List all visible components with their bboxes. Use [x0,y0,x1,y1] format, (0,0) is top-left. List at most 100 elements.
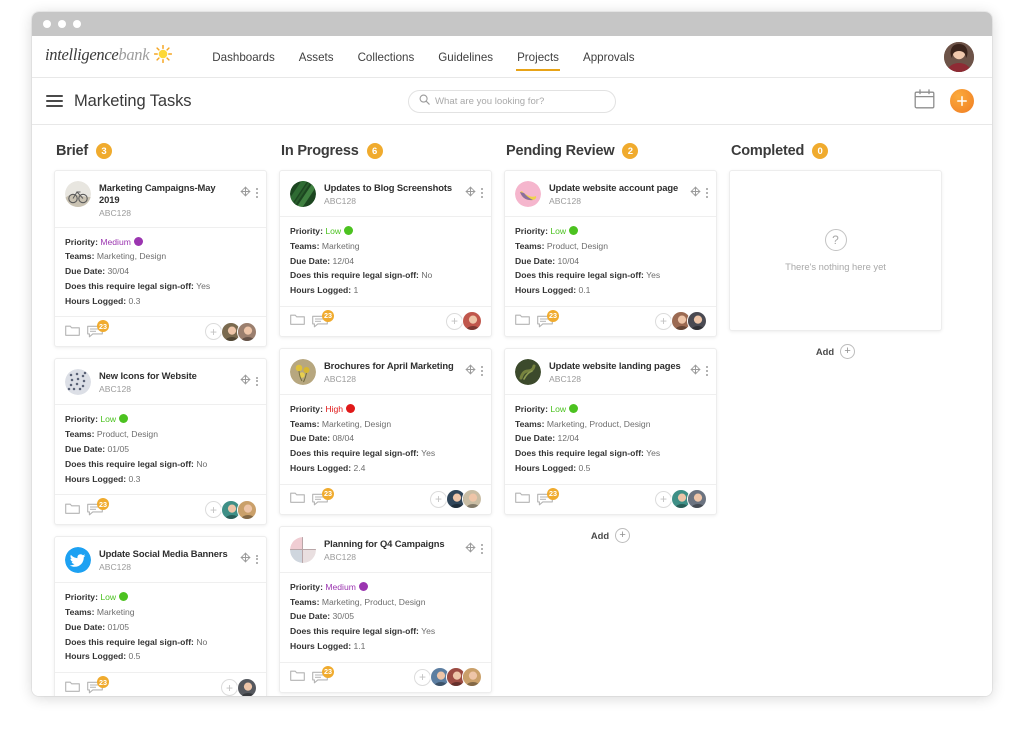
folder-icon[interactable] [515,312,530,330]
comments-icon[interactable]: 23 [312,665,334,684]
logo-text-primary: intelligence [45,45,119,64]
hours-value: 1.1 [353,640,366,651]
priority-value: Low [550,226,567,236]
app-logo[interactable]: intelligence bank [45,44,173,68]
add-card-icon[interactable]: + [840,344,856,359]
assignee-avatar[interactable] [237,677,257,696]
card-header: Update website account page ABC128 [505,171,716,216]
window-dot-1[interactable] [43,20,51,28]
pink-banana-thumbnail [515,181,541,207]
nav-link-assets[interactable]: Assets [287,38,346,76]
field-label-priority: Priority: [290,581,323,592]
card-menu-icon[interactable] [256,376,258,387]
nav-link-projects[interactable]: Projects [505,38,571,76]
card-title-group: Brochures for April Marketing ABC128 [324,359,457,384]
nav-link-collections[interactable]: Collections [346,38,427,76]
move-handle-icon[interactable] [240,184,251,202]
assignee-avatar[interactable] [687,311,707,332]
add-assignee-button[interactable]: + [205,501,222,519]
nav-link-approvals[interactable]: Approvals [571,38,647,76]
field-label-legal: Does this require legal sign-off: [65,636,194,647]
add-assignee-button[interactable]: + [221,679,238,696]
assignee-avatar[interactable] [237,321,257,342]
assignee-avatar[interactable] [462,667,482,688]
legal-value: Yes [646,270,661,281]
add-assignee-button[interactable]: + [655,490,672,508]
card-footer: 23 + [280,661,491,692]
field-label-hours: Hours Logged: [290,640,352,651]
add-card-label: Add [590,529,610,541]
assignee-avatar[interactable] [462,311,482,332]
comments-icon[interactable]: 23 [312,309,334,328]
search-input[interactable] [435,95,605,107]
assignee-avatar[interactable] [462,489,482,510]
assignee-avatar[interactable] [687,489,707,510]
search-box[interactable] [408,89,616,113]
card-menu-icon[interactable] [256,554,258,564]
task-card[interactable]: Update website account page ABC128 Priorit… [504,170,717,337]
add-button[interactable] [950,89,974,113]
comments-count: 23 [547,487,559,500]
task-card[interactable]: Planning for Q4 Campaigns ABC128 Priority:… [279,525,492,693]
move-handle-icon[interactable] [465,362,476,380]
nav-link-guidelines[interactable]: Guidelines [426,38,505,76]
comments-icon[interactable]: 23 [87,676,109,694]
folder-icon[interactable] [290,312,305,330]
move-handle-icon[interactable] [690,362,701,380]
window-dot-2[interactable] [58,20,66,28]
task-card[interactable]: Update Social Media Banners ABC128 Priorit… [54,536,267,696]
comments-icon[interactable]: 23 [87,498,109,516]
add-card-row[interactable]: Add + [729,344,942,359]
avatar[interactable] [944,41,974,72]
comments-icon[interactable]: 23 [537,309,559,328]
comments-icon[interactable]: 23 [312,487,334,506]
folder-icon[interactable] [65,679,80,696]
calendar-icon[interactable] [914,88,935,114]
move-handle-icon[interactable] [690,184,701,202]
card-menu-icon[interactable] [481,544,483,554]
card-menu-icon[interactable] [256,188,258,198]
add-card-icon[interactable]: + [615,527,631,543]
card-menu-icon[interactable] [481,188,483,198]
move-handle-icon[interactable] [240,372,251,390]
card-menu-icon[interactable] [706,188,708,198]
move-handle-icon[interactable] [240,550,251,568]
card-footer: 23 + [280,483,491,514]
move-handle-icon[interactable] [465,184,476,202]
card-menu-icon[interactable] [481,366,483,376]
add-assignee-button[interactable]: + [446,312,463,330]
field-priority: Priority: Low [65,590,256,605]
comments-count: 23 [322,665,334,678]
add-assignee-button[interactable]: + [430,490,447,508]
comments-icon[interactable]: 23 [87,320,109,338]
hamburger-icon[interactable] [46,95,63,107]
task-card[interactable]: Marketing Campaigns-May 2019 ABC128 Priori… [54,170,267,348]
comments-count: 23 [97,676,109,689]
task-card[interactable]: Updates to Blog Screenshots ABC128 Priorit… [279,170,492,337]
add-assignee-button[interactable]: + [414,668,431,686]
card-title: New Icons for Website [99,370,197,382]
task-card[interactable]: Update website landing pages ABC128 Priori… [504,347,717,515]
field-label-due-date: Due Date: [65,266,106,277]
window-dot-3[interactable] [73,20,81,28]
card-menu-icon[interactable] [706,366,708,376]
folder-icon[interactable] [65,323,80,341]
add-assignee-button[interactable]: + [655,312,672,330]
add-assignee-button[interactable]: + [205,323,222,341]
folder-icon[interactable] [65,501,80,519]
browser-window: intelligence bank Dashboards Assets Collect… [32,12,992,696]
comments-icon[interactable]: 23 [537,487,559,506]
assignee-avatar[interactable] [237,499,257,520]
folder-icon[interactable] [515,490,530,508]
card-actions [240,369,258,390]
due-date-value: 08/04 [332,433,355,444]
add-card-row[interactable]: Add + [504,527,717,543]
card-title-group: Planning for Q4 Campaigns ABC128 [324,537,457,562]
card-header: Update website landing pages ABC128 [505,349,716,394]
nav-link-dashboards[interactable]: Dashboards [200,38,287,76]
task-card[interactable]: New Icons for Website ABC128 Priority: Low… [54,358,267,526]
folder-icon[interactable] [290,490,305,508]
folder-icon[interactable] [290,668,305,686]
move-handle-icon[interactable] [465,540,476,558]
task-card[interactable]: Brochures for April Marketing ABC128 Prior… [279,347,492,515]
